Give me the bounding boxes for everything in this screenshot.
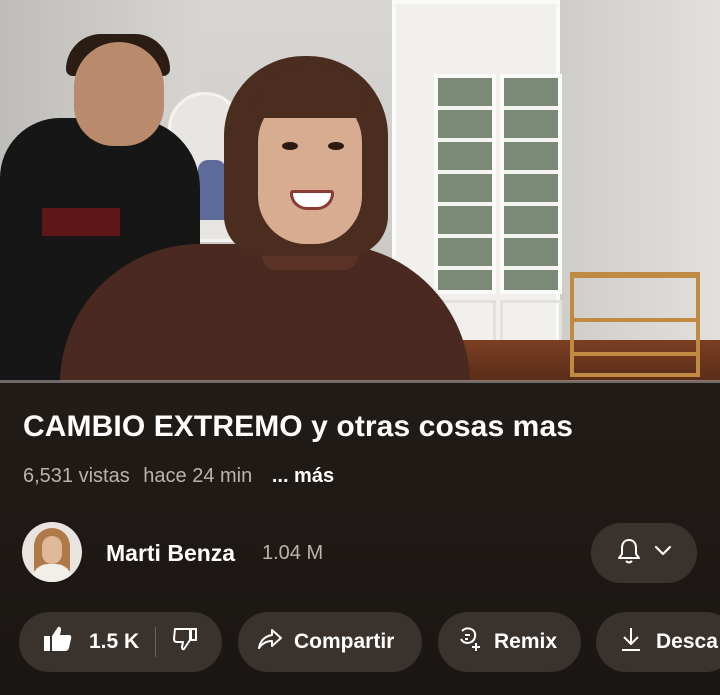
share-button[interactable]: Compartir [238,612,422,672]
notification-button[interactable] [591,523,697,583]
channel-name[interactable]: Marti Benza [106,540,235,567]
share-label: Compartir [294,630,395,653]
video-meta[interactable]: 6,531 vistas hace 24 min ... más [23,465,342,488]
download-button[interactable]: Desca [596,612,720,672]
remix-label: Remix [494,630,558,653]
video-player[interactable] [0,0,720,381]
thumbs-up-icon[interactable] [43,625,73,659]
upload-time: hace 24 min [143,465,253,487]
download-label: Desca [656,630,718,653]
view-count: 6,531 vistas [23,465,130,487]
subscriber-count: 1.04 M [262,542,324,564]
video-scene-shelf [570,272,700,377]
remix-icon [456,625,484,659]
like-dislike-group: 1.5 K [19,612,222,672]
remix-button[interactable]: Remix [438,612,581,672]
channel-row: Marti Benza 1.04 M [0,520,720,584]
bell-icon [616,537,642,570]
download-icon [620,626,642,658]
channel-avatar[interactable] [22,522,82,582]
thumbs-down-icon[interactable] [172,626,198,658]
chevron-down-icon [654,544,672,562]
action-bar: 1.5 K Compartir Remix Desca [0,612,720,672]
more-link[interactable]: ... más [272,465,334,487]
video-scene-person [198,160,226,220]
video-progress-bar[interactable] [0,380,720,383]
like-divider [155,627,157,657]
video-title[interactable]: CAMBIO EXTREMO y otras cosas mas [23,410,573,444]
share-icon [256,627,284,657]
like-count[interactable]: 1.5 K [89,630,139,654]
